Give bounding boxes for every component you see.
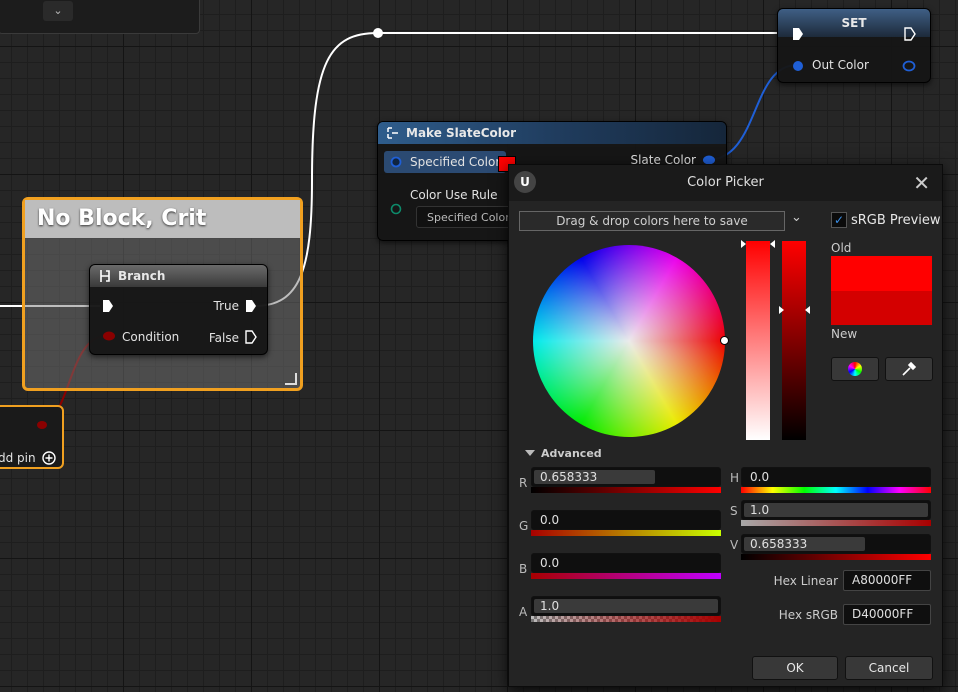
eyedropper-icon: [902, 361, 917, 376]
b-channel-gradient[interactable]: [531, 573, 721, 579]
specified-color-label: Specified Color: [410, 155, 501, 169]
old-color-swatch: [831, 256, 932, 291]
color-wheel-icon: [848, 362, 862, 376]
color-use-rule-label: Color Use Rule: [410, 188, 498, 202]
struct-make-icon: [387, 127, 398, 139]
make-slatecolor-title: Make SlateColor: [406, 126, 517, 140]
set-node[interactable]: SET Out Color: [777, 8, 931, 83]
s-channel-letter: S: [730, 504, 738, 518]
offscreen-panel: ⌄: [0, 0, 200, 34]
v-channel-input[interactable]: 0.658333: [741, 534, 931, 554]
out-color-label: Out Color: [812, 58, 869, 72]
g-channel-gradient[interactable]: [531, 530, 721, 536]
s-channel-value: 1.0: [750, 503, 770, 517]
hex-srgb-input[interactable]: D40000FF: [843, 604, 931, 625]
color-wheel-selector[interactable]: [720, 336, 729, 345]
struct-in-pin-icon[interactable]: [390, 156, 402, 168]
hex-linear-label: Hex Linear: [773, 574, 838, 588]
b-channel-input[interactable]: 0.0: [531, 553, 721, 573]
ok-button[interactable]: OK: [752, 656, 838, 680]
chevron-down-icon[interactable]: ⌄: [43, 1, 73, 21]
new-color-label: New: [831, 327, 858, 341]
condition-pin-label: Condition: [122, 330, 180, 344]
struct-in-pin-icon[interactable]: [792, 60, 804, 72]
color-wheel-mode-button[interactable]: [831, 357, 879, 381]
value-slider-handle-right[interactable]: [805, 306, 810, 314]
bool-out-pin-icon[interactable]: [36, 420, 48, 430]
hex-linear-input[interactable]: A80000FF: [843, 570, 931, 591]
exec-in-pin-icon[interactable]: [792, 27, 804, 41]
struct-out-pin-icon[interactable]: [902, 60, 916, 72]
branch-title: Branch: [118, 269, 166, 283]
h-channel-letter: H: [730, 471, 740, 485]
chevron-down-icon[interactable]: ⌄: [791, 210, 802, 225]
exec-true-pin-icon[interactable]: [245, 299, 257, 313]
s-channel-gradient[interactable]: [741, 520, 931, 526]
saturation-slider[interactable]: [746, 241, 770, 440]
a-channel-input[interactable]: 1.0: [531, 596, 721, 616]
b-channel-letter: B: [519, 562, 528, 576]
srgb-preview-checkbox[interactable]: ✓: [831, 212, 847, 228]
enum-pin-icon[interactable]: [390, 203, 402, 215]
a-channel-value: 1.0: [540, 599, 560, 613]
srgb-preview-label: sRGB Preview: [851, 213, 941, 228]
r-channel-gradient[interactable]: [531, 487, 721, 493]
v-channel-value: 0.658333: [750, 537, 808, 551]
saturation-slider-handle-left[interactable]: [741, 240, 746, 248]
color-picker-title: Color Picker: [687, 175, 764, 190]
false-pin-label: False: [208, 331, 239, 345]
hex-srgb-label: Hex sRGB: [778, 608, 838, 622]
eyedropper-button[interactable]: [885, 357, 933, 381]
r-channel-letter: R: [519, 476, 528, 490]
value-slider-handle-left[interactable]: [779, 306, 784, 314]
b-channel-value: 0.0: [540, 556, 560, 570]
color-use-rule-dropdown[interactable]: Specified Color: [416, 206, 516, 228]
color-wheel[interactable]: [533, 245, 725, 437]
close-icon[interactable]: ✕: [913, 171, 930, 195]
branch-node-header: Branch: [90, 265, 267, 287]
comment-title[interactable]: No Block, Crit: [25, 200, 300, 238]
saturation-slider-handle-right[interactable]: [770, 240, 775, 248]
h-channel-gradient[interactable]: [741, 487, 931, 493]
reroute-node: [373, 28, 383, 38]
r-channel-value: 0.658333: [540, 470, 598, 484]
value-slider[interactable]: [782, 241, 806, 440]
h-channel-value: 0.0: [750, 470, 770, 484]
exec-false-pin-icon[interactable]: [245, 330, 257, 344]
add-pin-node[interactable]: 0 dd pin: [0, 405, 64, 469]
s-channel-input[interactable]: 1.0: [741, 500, 931, 520]
new-color-swatch: [831, 291, 932, 325]
g-channel-letter: G: [519, 519, 529, 533]
branch-node[interactable]: Branch True Condition False: [89, 264, 268, 355]
color-picker-titlebar[interactable]: U Color Picker ✕: [509, 165, 942, 201]
add-pin-label[interactable]: dd pin: [0, 451, 36, 465]
v-channel-gradient[interactable]: [741, 554, 931, 560]
color-picker-window[interactable]: U Color Picker ✕ Drag & drop colors here…: [508, 164, 943, 687]
saved-colors-dropzone[interactable]: Drag & drop colors here to save: [519, 211, 785, 231]
cancel-button[interactable]: Cancel: [845, 656, 933, 680]
a-channel-letter: A: [519, 605, 528, 619]
a-channel-fill: [534, 599, 718, 613]
advanced-expand-arrow-icon[interactable]: [525, 450, 535, 456]
true-pin-label: True: [213, 299, 240, 313]
g-channel-input[interactable]: 0.0: [531, 510, 721, 530]
exec-out-pin-icon[interactable]: [904, 27, 916, 41]
branch-icon: [100, 270, 110, 282]
g-channel-value: 0.0: [540, 513, 560, 527]
old-color-label: Old: [831, 241, 852, 255]
advanced-section-label[interactable]: Advanced: [541, 447, 602, 460]
exec-in-pin-icon[interactable]: [102, 299, 114, 313]
make-slatecolor-header: Make SlateColor: [378, 122, 726, 144]
add-pin-icon[interactable]: [42, 451, 56, 465]
bool-pin-icon[interactable]: [102, 331, 116, 341]
h-channel-input[interactable]: 0.0: [741, 467, 931, 487]
a-channel-gradient[interactable]: [531, 616, 721, 622]
s-channel-fill: [744, 503, 928, 517]
v-channel-letter: V: [730, 538, 739, 552]
resize-grip-icon[interactable]: [285, 373, 297, 385]
r-channel-input[interactable]: 0.658333: [531, 467, 721, 487]
